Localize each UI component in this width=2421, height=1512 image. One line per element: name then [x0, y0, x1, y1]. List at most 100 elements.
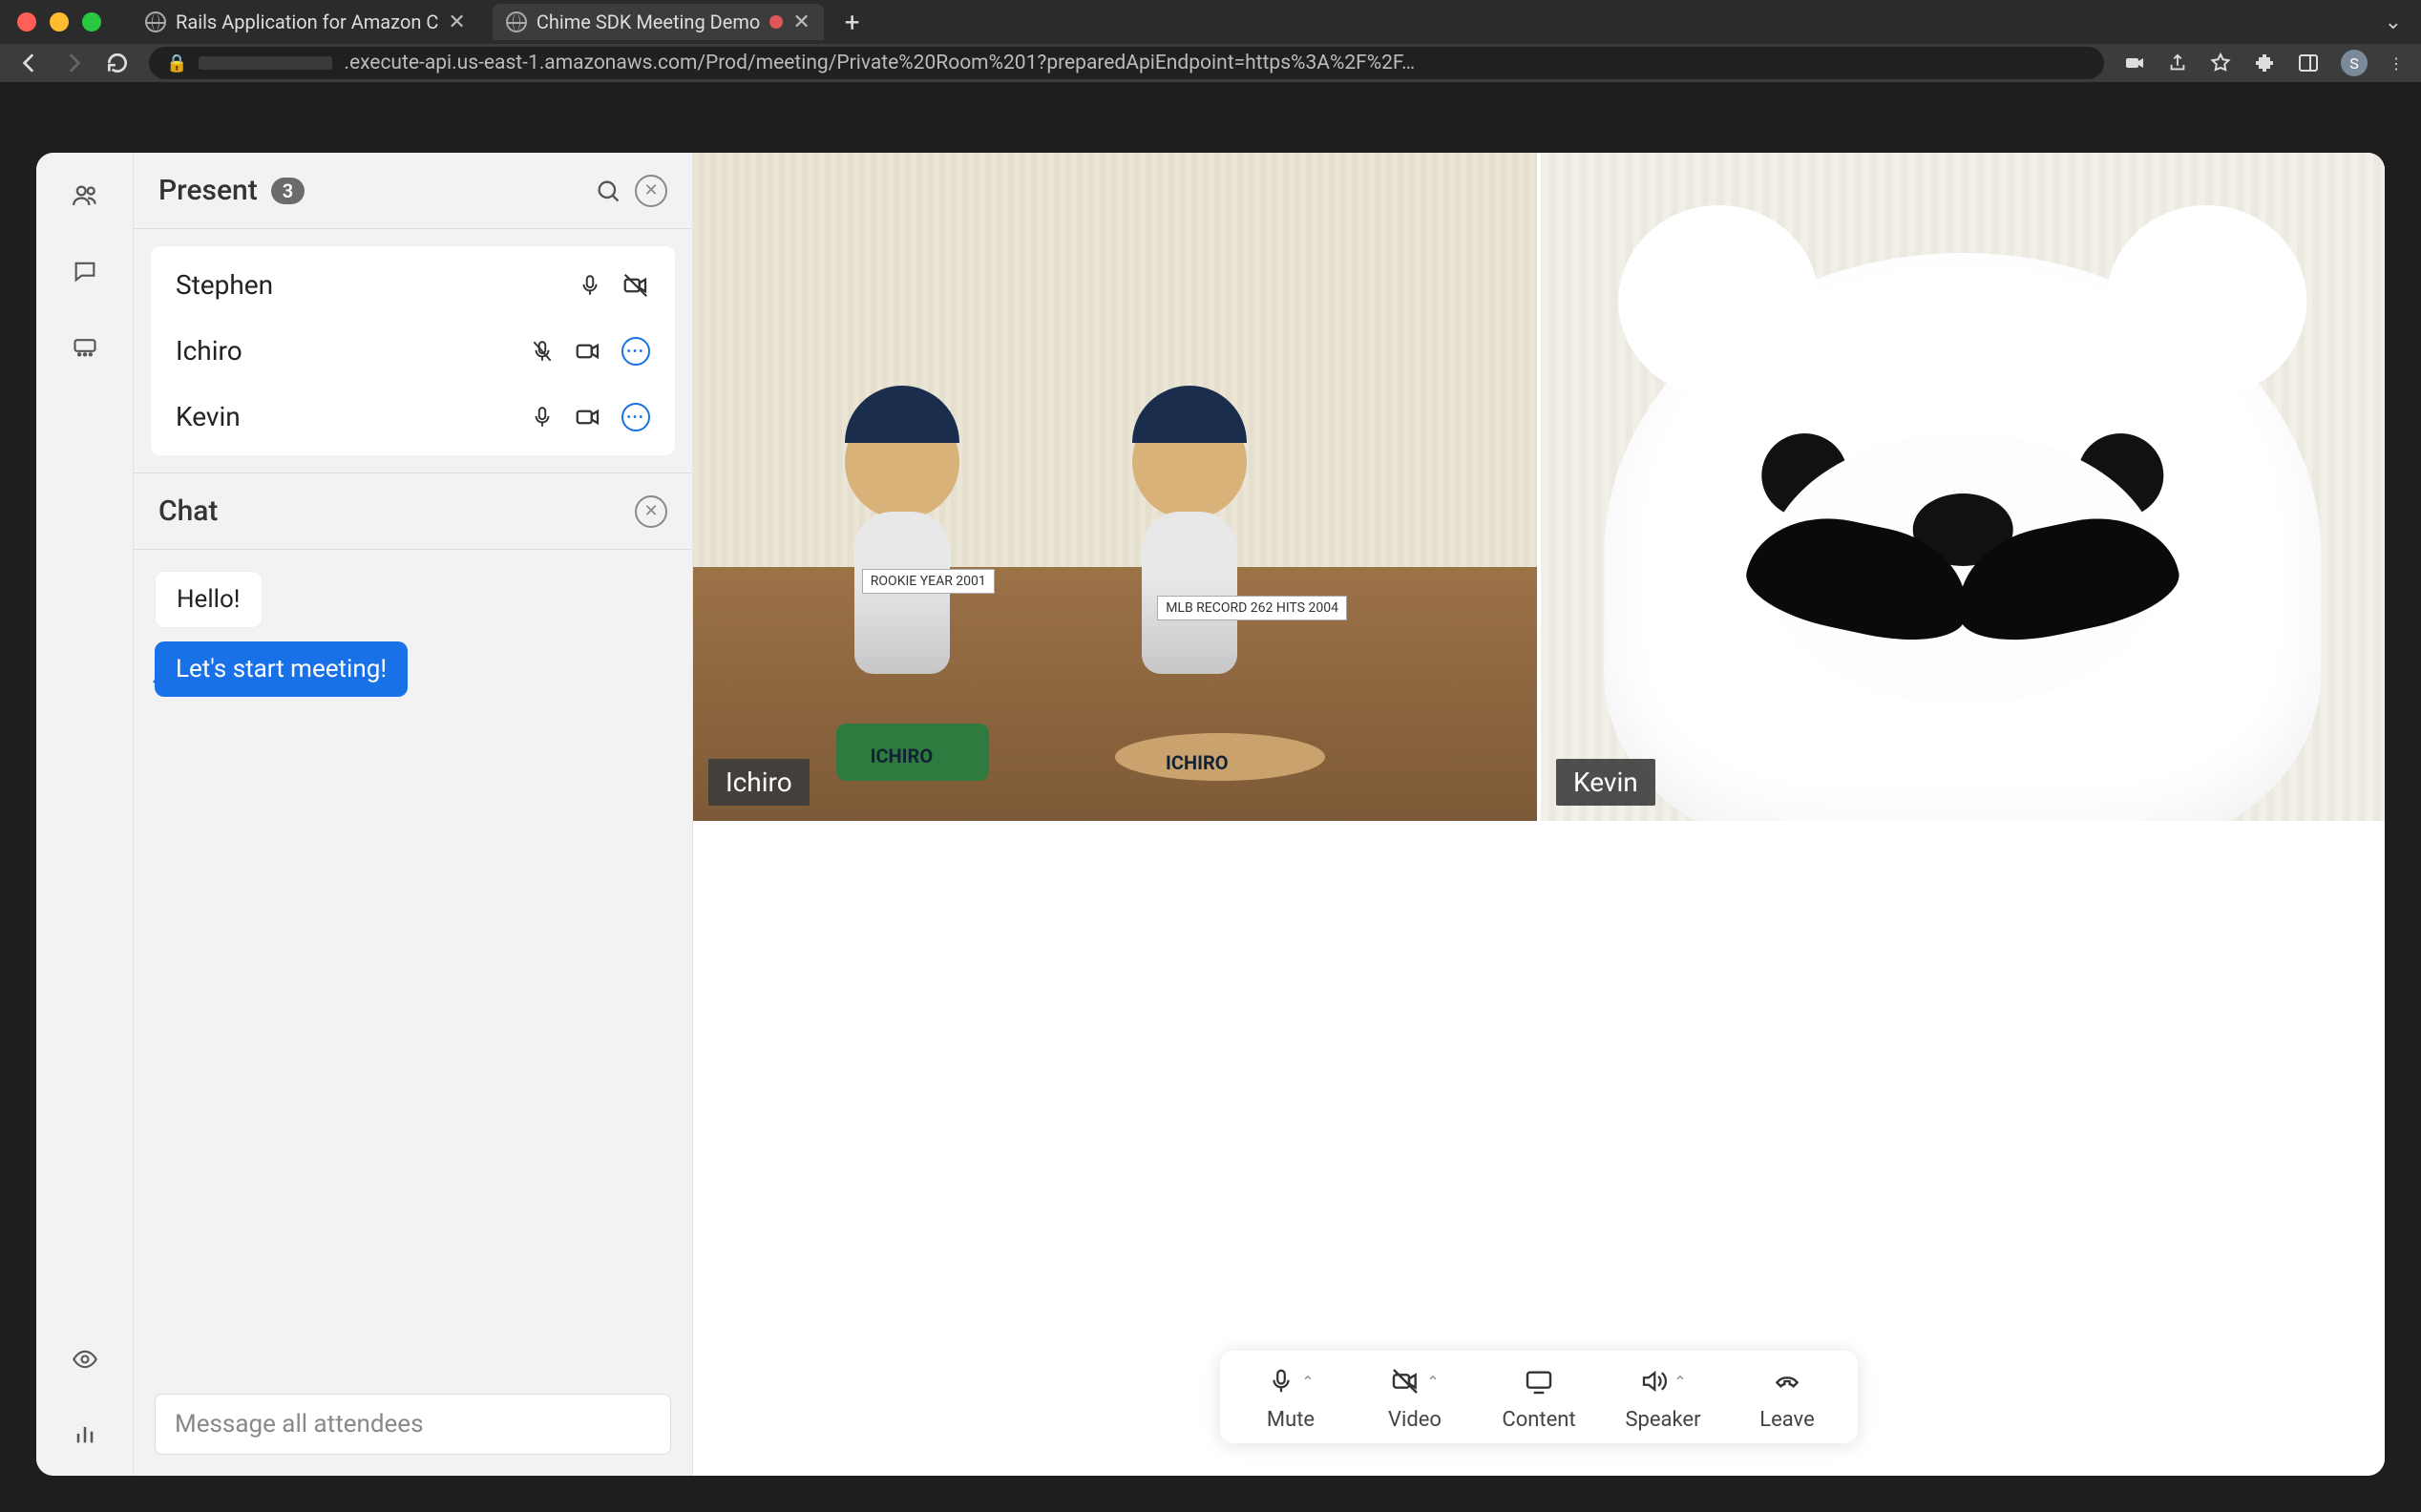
url-text: .execute-api.us-east-1.amazonaws.com/Pro…: [344, 52, 1415, 74]
redacted-segment: [199, 56, 332, 70]
chat-message-incoming: Hello!: [155, 571, 263, 628]
chevron-up-icon[interactable]: ⌃: [1301, 1373, 1314, 1391]
meeting-app: Present 3 ✕ Stephen Ichiro ••: [36, 153, 2385, 1476]
chat-message-outgoing: Let's start meeting!: [155, 641, 408, 697]
tab-bar: Rails Application for Amazon C ✕ Chime S…: [0, 0, 2421, 44]
mic-muted-icon[interactable]: [530, 339, 555, 364]
back-button[interactable]: [17, 51, 42, 75]
video-tile-label: Kevin: [1556, 759, 1655, 806]
window-controls: [17, 12, 101, 32]
mute-button[interactable]: ⌃ Mute: [1247, 1362, 1335, 1432]
control-label: Leave: [1759, 1408, 1815, 1432]
chat-input[interactable]: Message all attendees: [155, 1394, 671, 1455]
browser-chrome: Rails Application for Amazon C ✕ Chime S…: [0, 0, 2421, 82]
close-chat-button[interactable]: ✕: [635, 495, 667, 528]
url-field[interactable]: 🔒 .execute-api.us-east-1.amazonaws.com/P…: [149, 47, 2104, 79]
mic-icon: [1267, 1367, 1295, 1396]
attendee-list: Stephen Ichiro ••• Kevin: [151, 246, 675, 455]
tab-overflow-button[interactable]: ⌄: [2385, 10, 2402, 34]
present-count-badge: 3: [271, 178, 305, 204]
camera-on-icon[interactable]: [574, 403, 602, 431]
chat-icon[interactable]: [72, 258, 98, 284]
kebab-menu-icon[interactable]: ⋮: [2389, 54, 2404, 73]
present-title: Present: [158, 174, 258, 207]
meeting-controls: ⌃ Mute ⌃ Video Content ⌃: [1220, 1351, 1858, 1443]
eye-icon[interactable]: [72, 1346, 98, 1373]
forward-button[interactable]: [61, 51, 86, 75]
recording-indicator-icon: [769, 15, 783, 29]
tab-label: Chime SDK Meeting Demo: [537, 10, 761, 33]
camera-off-icon: [1390, 1366, 1421, 1396]
side-panel-icon[interactable]: [2297, 52, 2320, 74]
minimize-window-button[interactable]: [50, 12, 69, 32]
content-share-button[interactable]: Content: [1495, 1362, 1583, 1432]
close-tab-icon[interactable]: ✕: [792, 10, 810, 34]
globe-icon: [506, 11, 527, 32]
address-bar: 🔒 .execute-api.us-east-1.amazonaws.com/P…: [0, 44, 2421, 82]
control-label: Speaker: [1625, 1408, 1700, 1432]
profile-avatar[interactable]: S: [2341, 50, 2368, 76]
video-tile[interactable]: ROOKIE YEAR 2001 MLB RECORD 262 HITS 200…: [693, 153, 1537, 821]
attendees-icon[interactable]: [71, 181, 99, 210]
more-options-button[interactable]: •••: [621, 337, 650, 366]
camera-on-icon[interactable]: [574, 337, 602, 366]
lock-icon: 🔒: [166, 53, 187, 74]
more-options-button[interactable]: •••: [621, 403, 650, 431]
share-icon[interactable]: [2167, 52, 2188, 74]
tab-label: Rails Application for Amazon C: [176, 10, 438, 33]
control-label: Content: [1502, 1408, 1575, 1432]
chat-title: Chat: [158, 494, 218, 528]
video-tile[interactable]: Kevin: [1541, 153, 2385, 821]
chevron-up-icon[interactable]: ⌃: [1426, 1373, 1439, 1391]
phone-icon: [1772, 1366, 1802, 1396]
speaker-icon: [1639, 1367, 1668, 1396]
attendee-row: Ichiro •••: [151, 318, 675, 384]
attendee-name: Stephen: [176, 269, 564, 301]
camera-off-icon[interactable]: [621, 271, 650, 300]
video-grid: ROOKIE YEAR 2001 MLB RECORD 262 HITS 200…: [693, 153, 2385, 821]
control-label: Mute: [1267, 1408, 1315, 1432]
camera-indicator-icon[interactable]: [2123, 52, 2146, 74]
browser-tab[interactable]: Rails Application for Amazon C ✕: [132, 4, 479, 40]
maximize-window-button[interactable]: [82, 12, 101, 32]
extensions-icon[interactable]: [2253, 52, 2276, 74]
attendee-row: Stephen: [151, 252, 675, 318]
video-button[interactable]: ⌃ Video: [1371, 1362, 1459, 1432]
attendee-name: Ichiro: [176, 335, 516, 367]
plaque-text: MLB RECORD 262 HITS 2004: [1157, 596, 1347, 620]
media-icon[interactable]: [72, 332, 98, 359]
attendee-name: Kevin: [176, 401, 516, 432]
base-label: ICHIRO: [871, 745, 934, 767]
nav-rail: [36, 153, 134, 1476]
speaker-button[interactable]: ⌃ Speaker: [1619, 1362, 1707, 1432]
close-window-button[interactable]: [17, 12, 36, 32]
search-icon[interactable]: [595, 178, 621, 204]
mic-icon[interactable]: [530, 405, 555, 430]
video-content: ROOKIE YEAR 2001 MLB RECORD 262 HITS 200…: [693, 153, 1537, 821]
new-tab-button[interactable]: +: [837, 7, 868, 38]
screen-icon: [1524, 1366, 1554, 1396]
video-content: [1541, 153, 2385, 821]
leave-button[interactable]: Leave: [1743, 1362, 1831, 1432]
close-panel-button[interactable]: ✕: [635, 175, 667, 207]
toolbar-right: S ⋮: [2123, 50, 2404, 76]
mic-icon[interactable]: [578, 273, 602, 298]
globe-icon: [145, 11, 166, 32]
close-tab-icon[interactable]: ✕: [448, 10, 465, 34]
bookmark-star-icon[interactable]: [2209, 52, 2232, 74]
stats-icon[interactable]: [72, 1420, 98, 1447]
browser-tab-active[interactable]: Chime SDK Meeting Demo ✕: [493, 4, 824, 40]
plaque-text: ROOKIE YEAR 2001: [862, 569, 995, 594]
present-header: Present 3 ✕: [134, 153, 692, 229]
chat-panel: Chat ✕ Hello! Let's start meeting! Messa…: [134, 472, 692, 1476]
chat-messages: Hello! Let's start meeting!: [134, 550, 692, 1394]
attendee-row: Kevin •••: [151, 384, 675, 450]
video-area: ROOKIE YEAR 2001 MLB RECORD 262 HITS 200…: [693, 153, 2385, 1476]
base-label: ICHIRO: [1166, 751, 1229, 774]
chevron-up-icon[interactable]: ⌃: [1674, 1373, 1686, 1391]
side-panels: Present 3 ✕ Stephen Ichiro ••: [134, 153, 693, 1476]
control-label: Video: [1388, 1408, 1442, 1432]
chat-header: Chat ✕: [134, 473, 692, 550]
reload-button[interactable]: [105, 51, 130, 75]
video-tile-label: Ichiro: [708, 759, 810, 806]
